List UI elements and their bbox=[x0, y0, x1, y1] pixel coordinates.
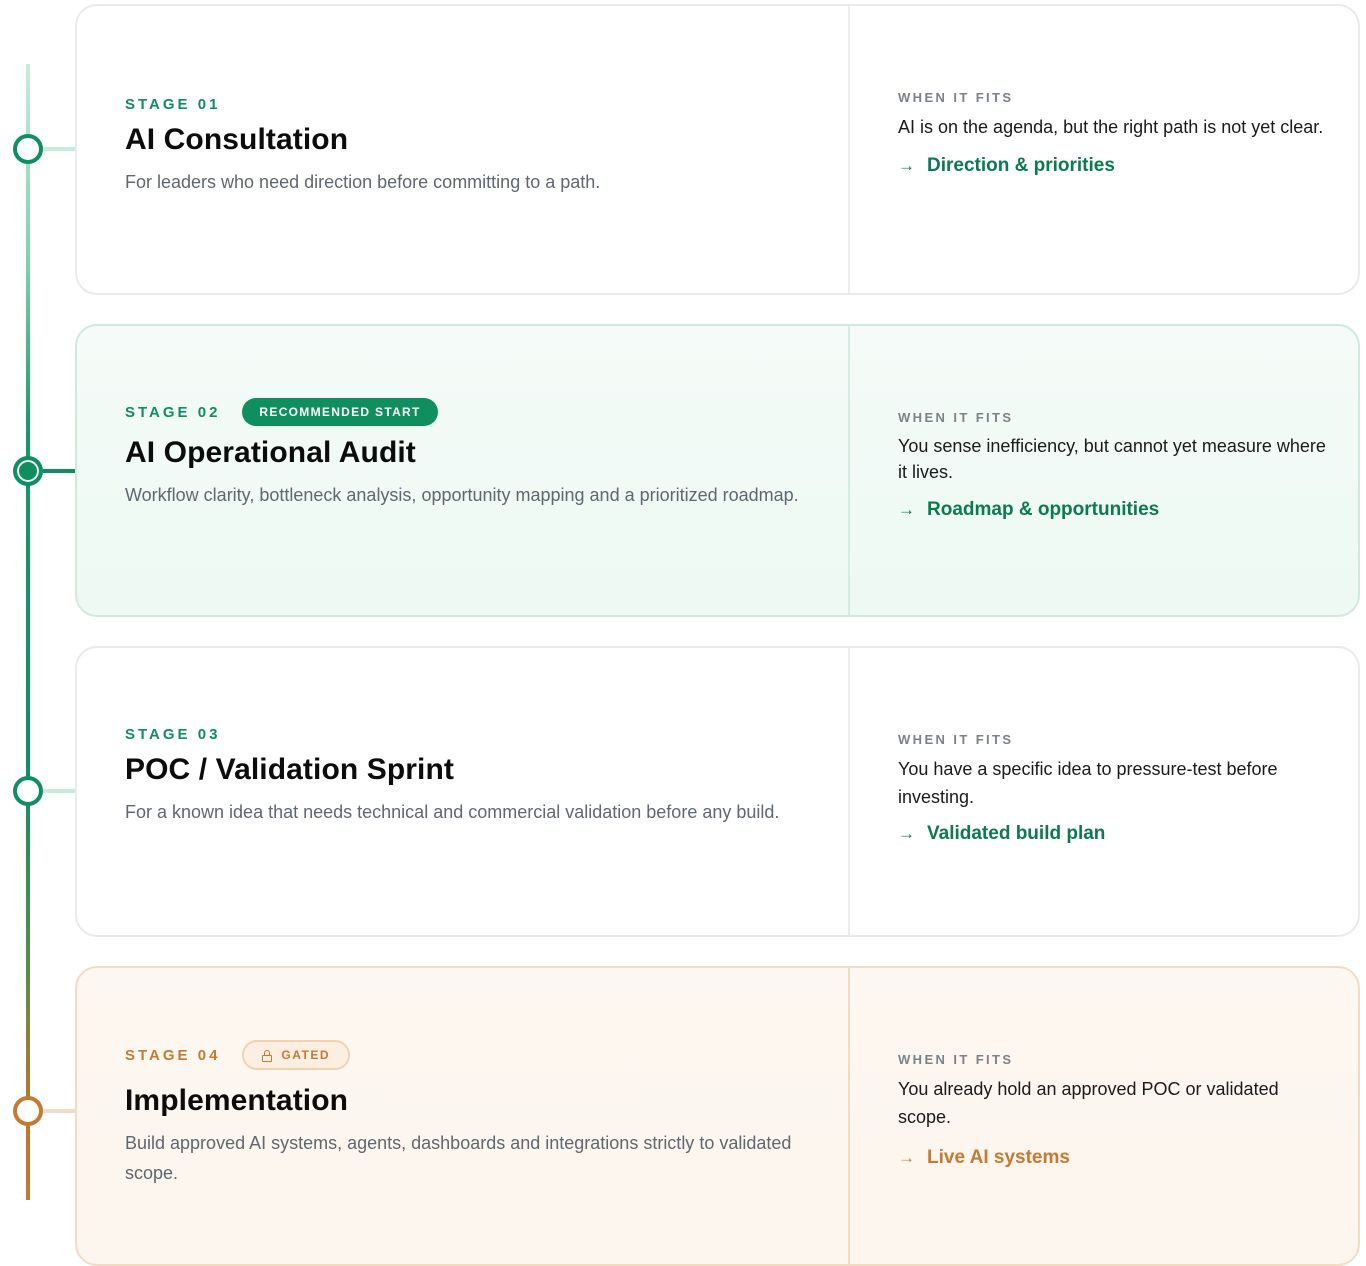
timeline-node-stage-03 bbox=[13, 776, 43, 806]
recommended-start-badge: RECOMMENDED START bbox=[242, 398, 438, 426]
arrow-right-icon: → bbox=[898, 500, 915, 519]
stage-description: Build approved AI systems, agents, dashb… bbox=[125, 1133, 792, 1183]
when-it-fits-label: WHEN IT FITS bbox=[898, 1052, 1014, 1067]
gated-badge: GATED bbox=[242, 1040, 351, 1070]
stage-label: STAGE 02 bbox=[125, 403, 221, 421]
outcome-link[interactable]: → Live AI systems bbox=[898, 1147, 1328, 1169]
timeline-connector bbox=[43, 469, 75, 473]
lock-icon bbox=[262, 1049, 273, 1062]
stage-card-02[interactable]: STAGE 02 RECOMMENDED START AI Operationa… bbox=[75, 324, 1360, 617]
stage-card-03[interactable]: STAGE 03 POC / Validation Sprint For a k… bbox=[75, 646, 1360, 937]
timeline-node-stage-04 bbox=[13, 1096, 43, 1126]
stage-description: For a known idea that needs technical an… bbox=[125, 802, 780, 822]
timeline-connector bbox=[43, 789, 75, 793]
timeline-connector bbox=[43, 147, 75, 151]
card-divider bbox=[848, 6, 850, 293]
when-it-fits-text: AI is on the agenda, but the right path … bbox=[898, 117, 1324, 137]
arrow-right-icon: → bbox=[898, 156, 915, 175]
stage-title: AI Consultation bbox=[125, 123, 349, 156]
outcome-label: Direction & priorities bbox=[927, 155, 1115, 176]
outcome-link[interactable]: → Direction & priorities bbox=[898, 155, 1328, 177]
stage-description: For leaders who need direction before co… bbox=[125, 172, 601, 192]
when-it-fits-text: You sense inefficiency, but cannot yet m… bbox=[898, 436, 1326, 482]
stage-label: STAGE 01 bbox=[125, 96, 221, 113]
arrow-right-icon: → bbox=[898, 1148, 915, 1167]
when-it-fits-label: WHEN IT FITS bbox=[898, 90, 1014, 105]
outcome-link[interactable]: → Validated build plan bbox=[898, 823, 1328, 845]
when-it-fits-text: You have a specific idea to pressure-tes… bbox=[898, 759, 1278, 807]
timeline-node-stage-02 bbox=[13, 456, 43, 486]
outcome-label: Roadmap & opportunities bbox=[927, 499, 1160, 520]
stage-card-01[interactable]: STAGE 01 AI Consultation For leaders who… bbox=[75, 4, 1360, 295]
stage-description: Workflow clarity, bottleneck analysis, o… bbox=[125, 485, 799, 505]
when-it-fits-label: WHEN IT FITS bbox=[898, 732, 1014, 747]
card-divider bbox=[848, 648, 850, 935]
stage-title: POC / Validation Sprint bbox=[125, 753, 455, 786]
stage-label: STAGE 04 bbox=[125, 1046, 221, 1064]
card-divider bbox=[848, 968, 850, 1264]
when-it-fits-label: WHEN IT FITS bbox=[898, 410, 1014, 425]
stage-label: STAGE 03 bbox=[125, 726, 221, 743]
stage-title: Implementation bbox=[125, 1084, 349, 1117]
timeline-connector bbox=[43, 1109, 75, 1113]
timeline-node-stage-01 bbox=[13, 134, 43, 164]
stage-card-04[interactable]: STAGE 04 GATED Implementation Build appr… bbox=[75, 966, 1360, 1266]
stage-title: AI Operational Audit bbox=[125, 436, 416, 469]
timeline-rail bbox=[26, 64, 30, 1200]
when-it-fits-text: You already hold an approved POC or vali… bbox=[898, 1079, 1279, 1127]
outcome-link[interactable]: → Roadmap & opportunities bbox=[898, 499, 1328, 521]
gated-badge-label: GATED bbox=[281, 1048, 331, 1062]
outcome-label: Validated build plan bbox=[927, 823, 1106, 844]
outcome-label: Live AI systems bbox=[927, 1147, 1070, 1168]
arrow-right-icon: → bbox=[898, 824, 915, 843]
card-divider bbox=[848, 326, 850, 615]
